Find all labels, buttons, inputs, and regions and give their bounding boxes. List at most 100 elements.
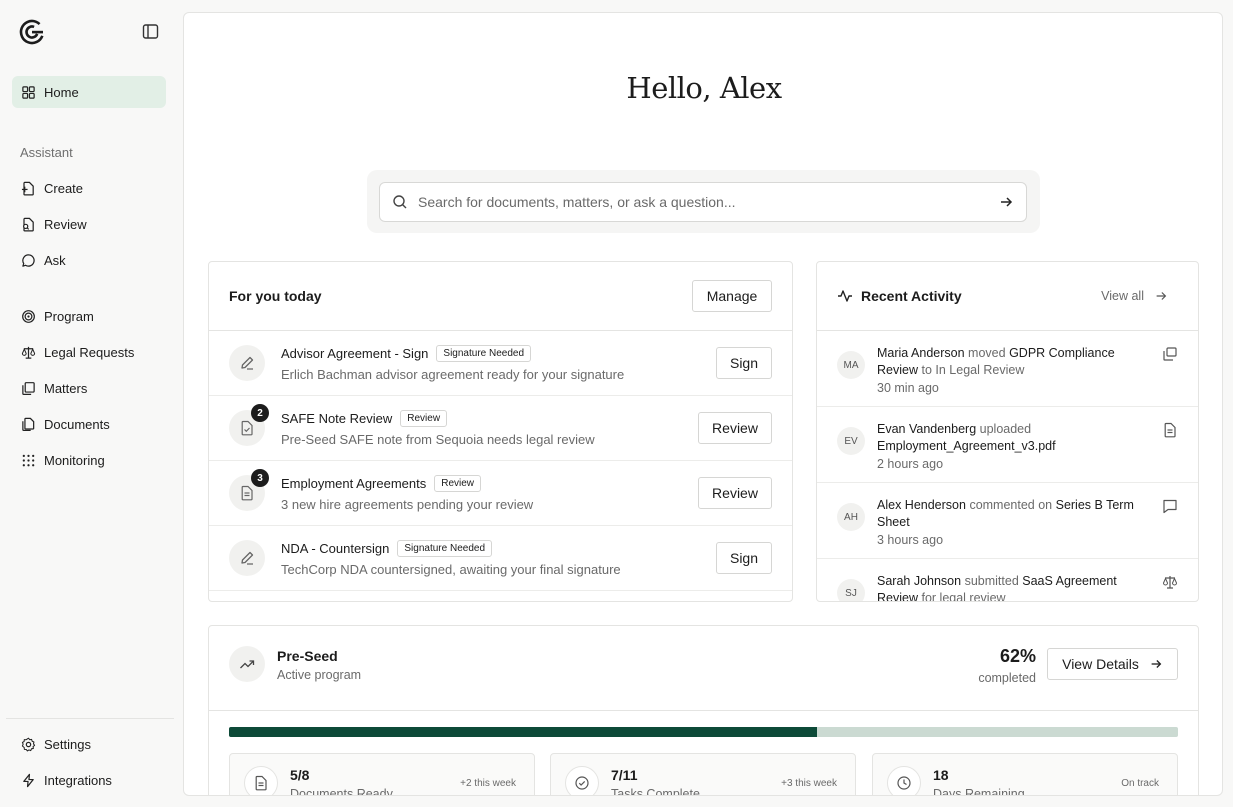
activity-time: 2 hours ago [877,457,944,471]
sidebar-item-program[interactable]: Program [12,300,166,332]
stat-card-tasks: 7/11 Tasks Complete +3 this week [550,753,856,796]
sign-button[interactable]: Sign [716,542,772,574]
stat-value: 5/8 [290,767,310,783]
sidebar-item-review[interactable]: Review [12,208,166,240]
sign-button[interactable]: Sign [716,347,772,379]
app-logo-icon[interactable] [19,19,45,45]
view-details-label: View Details [1062,656,1139,672]
move-icon [1163,347,1177,361]
activity-verb: moved [968,346,1006,360]
activity-connector: to [921,363,932,377]
sidebar-item-legal-requests[interactable]: Legal Requests [12,336,166,368]
sidebar-item-monitoring[interactable]: Monitoring [12,444,166,476]
scale-icon [20,344,36,360]
task-title: NDA - Countersign [281,540,390,556]
recent-activity-card: Recent Activity View all MA Maria Anders… [816,261,1199,602]
file-plus-icon [20,180,36,196]
search-bar[interactable] [379,182,1027,222]
target-icon [20,308,36,324]
sidebar-item-label: Home [44,84,79,100]
activity-verb: submitted [964,574,1019,588]
activity-target: In Legal Review [935,363,1025,377]
program-icon-circle [229,646,265,682]
activity-verb: commented on [969,498,1053,512]
program-status: Active program [277,668,362,682]
section-label-assistant: Assistant [20,145,73,160]
dots-grid-icon [20,452,36,468]
review-button[interactable]: Review [698,477,772,509]
sidebar-item-label: Integrations [44,772,112,788]
comment-icon [1163,499,1177,514]
sidebar: Home Assistant Create Review Ask Program… [0,0,183,807]
sidebar-item-ask[interactable]: Ask [12,244,166,276]
document-icon [241,485,253,501]
sidebar-item-label: Legal Requests [44,344,135,360]
pen-icon [241,551,254,565]
sidebar-item-integrations[interactable]: Integrations [12,764,166,796]
sidebar-item-label: Ask [44,252,66,268]
view-all-label: View all [1101,289,1144,303]
stat-pill: +3 this week [781,778,837,789]
file-search-icon [20,216,36,232]
activity-item[interactable]: SJ Sarah Johnson submitted SaaS Agreemen… [817,559,1198,602]
activity-object: Employment_Agreement_v3.pdf [877,439,1056,453]
view-all-link[interactable]: View all [1101,289,1168,303]
sidebar-item-label: Create [44,180,84,196]
stat-label: Tasks Complete [611,787,700,796]
task-item[interactable]: NDA - Countersign Signature Needed TechCo… [209,526,792,591]
recent-activity-title: Recent Activity [861,288,962,304]
arrow-right-icon[interactable] [998,194,1014,210]
sidebar-item-label: Program [44,308,94,324]
sidebar-item-label: Monitoring [44,452,105,468]
activity-item[interactable]: EV Evan Vandenberg uploaded Employment_A… [817,407,1198,483]
count-badge: 3 [251,469,269,487]
status-badge: Review [434,474,482,492]
document-icon [255,775,267,791]
activity-time: 3 hours ago [877,533,944,547]
activity-time: 30 min ago [877,381,939,395]
sidebar-divider [6,718,174,719]
task-item[interactable]: Advisor Agreement - Sign Signature Needed… [209,331,792,396]
activity-actor: Sarah Johnson [877,574,962,588]
sidebar-item-create[interactable]: Create [12,172,166,204]
count-badge: 2 [251,404,269,422]
stat-icon-circle [244,766,278,795]
for-you-card: For you today Manage Advisor Agreement -… [208,261,793,602]
activity-connector: for legal review [921,591,1006,602]
progress-percent: 62% [999,646,1036,666]
sidebar-item-documents[interactable]: Documents [12,408,166,440]
program-card: Pre-Seed Active program 62% completed Vi… [208,625,1199,796]
activity-actor: Maria Anderson [877,346,965,360]
program-name: Pre-Seed [277,648,338,664]
review-button[interactable]: Review [698,412,772,444]
sidebar-item-home[interactable]: Home [12,76,166,108]
scale-icon [1162,576,1178,589]
manage-button[interactable]: Manage [692,280,772,312]
sidebar-item-matters[interactable]: Matters [12,372,166,404]
search-input[interactable] [418,194,998,210]
progress-bar [229,727,1178,737]
task-item[interactable]: 2 SAFE Note Review Review Pre-Seed SAFE n… [209,396,792,461]
sidebar-item-label: Settings [44,736,91,752]
file-check-icon [241,420,253,436]
task-item[interactable]: 3 Employment Agreements Review 3 new hire… [209,461,792,526]
main-panel: Hello, Alex For you today Manage Advisor… [183,12,1223,796]
avatar: EV [837,427,865,455]
avatar: AH [837,503,865,531]
sidebar-item-settings[interactable]: Settings [12,728,166,760]
grid-icon [20,84,36,100]
lightning-icon [20,772,36,788]
avatar: MA [837,351,865,379]
activity-item[interactable]: AH Alex Henderson commented on Series B … [817,483,1198,559]
avatar: SJ [837,579,865,601]
stat-label: Days Remaining [933,787,1025,796]
documents-icon [20,416,36,432]
task-icon-circle: 3 [229,469,269,511]
task-icon-circle: 2 [229,404,269,446]
status-badge: Signature Needed [397,539,493,557]
sidebar-toggle-icon[interactable] [142,23,159,40]
activity-item[interactable]: MA Maria Anderson moved GDPR Compliance … [817,331,1198,407]
for-you-title: For you today [229,288,322,304]
stat-value: 18 [933,767,949,783]
view-details-button[interactable]: View Details [1047,648,1178,680]
